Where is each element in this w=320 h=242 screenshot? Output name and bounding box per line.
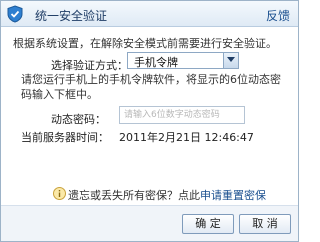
verification-method-select[interactable]: 手机令牌 xyxy=(127,52,239,69)
info-icon xyxy=(53,187,66,200)
intro-text: 根据系统设置，在解除安全模式前需要进行安全验证。 xyxy=(13,37,277,50)
dialog-title: 统一安全验证 xyxy=(35,9,108,23)
dynamic-code-input[interactable] xyxy=(119,106,245,124)
security-verification-dialog: 统一安全验证 反馈 根据系统设置，在解除安全模式前需要进行安全验证。 选择验证方… xyxy=(0,0,299,242)
method-label: 选择验证方式： xyxy=(51,59,128,72)
method-selected-value: 手机令牌 xyxy=(134,56,178,69)
lost-security-label: 遗忘或丢失所有密保？点此 xyxy=(68,189,200,202)
ok-button[interactable]: 确 定 xyxy=(182,214,234,234)
dialog-footer: 确 定 取 消 xyxy=(1,205,298,241)
instruction-text: 请您运行手机上的手机令牌软件，将显示的6位动态密码输入下框中。 xyxy=(21,73,281,101)
server-time-label: 当前服务器时间： xyxy=(21,131,109,144)
chevron-down-icon[interactable] xyxy=(223,53,238,68)
feedback-link[interactable]: 反馈 xyxy=(266,7,290,24)
cancel-button[interactable]: 取 消 xyxy=(239,214,291,234)
lost-security-text: 遗忘或丢失所有密保？点此申请重置密保 xyxy=(68,187,266,203)
reset-security-link[interactable]: 申请重置密保 xyxy=(200,189,266,202)
server-time-value: 2011年2月21日 12:46:47 xyxy=(119,131,254,144)
title-bar: 统一安全验证 反馈 xyxy=(1,1,298,27)
code-label: 动态密码： xyxy=(51,113,106,126)
shield-icon xyxy=(7,5,23,23)
